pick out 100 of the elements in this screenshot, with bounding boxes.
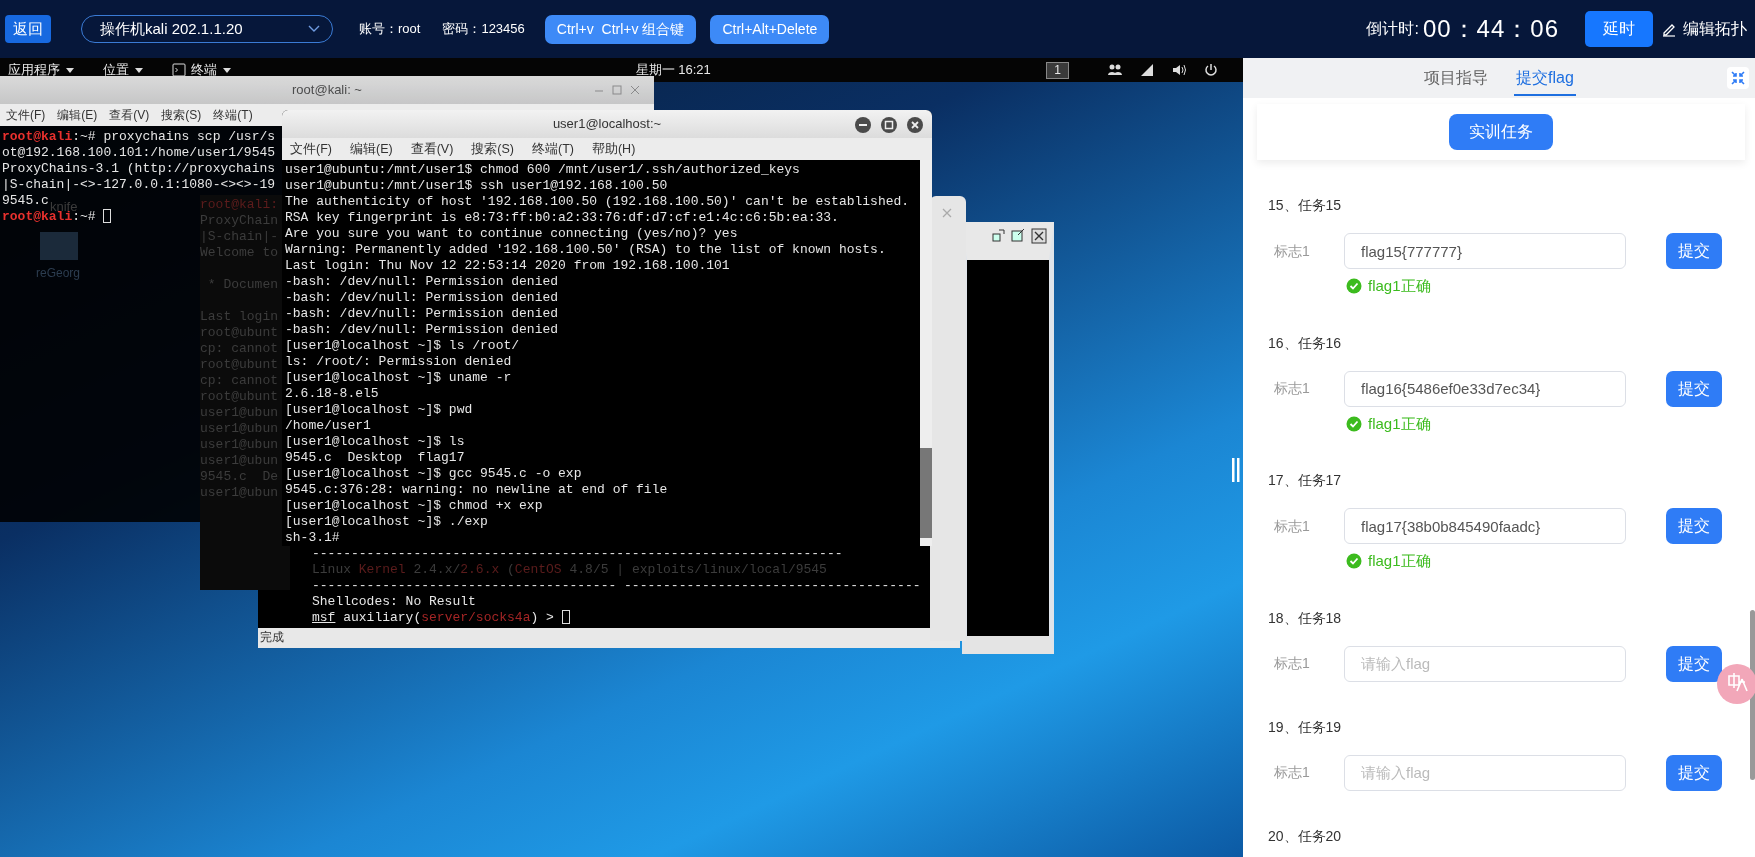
back-button[interactable]: 返回 bbox=[5, 14, 51, 44]
submit-button[interactable]: 提交 bbox=[1666, 508, 1722, 544]
flag-input[interactable]: flag16{5486ef0e33d7ec34} bbox=[1344, 370, 1626, 407]
flag-input[interactable]: 请输入flag bbox=[1344, 754, 1626, 791]
flag-label: 标志1 bbox=[1273, 763, 1311, 782]
caret-down-icon bbox=[222, 66, 232, 74]
terminal-line: The authenticity of host '192.168.100.50 (192.168.100.50)' can't be established. bbox=[285, 194, 910, 210]
panel-menu[interactable]: 应用程序 bbox=[8, 60, 75, 80]
volume-icon[interactable] bbox=[1171, 62, 1187, 78]
terminal-line: [user1@localhost ~]$ pwd bbox=[285, 402, 473, 418]
terminal-line: [user1@localhost ~]$ chmod +x exp bbox=[285, 498, 543, 514]
terminal-line: [user1@localhost ~]$ gcc 9545.c -o exp bbox=[285, 466, 582, 482]
window-title: user1@localhost:~ bbox=[552, 115, 662, 134]
menu-item[interactable]: 搜索(S) bbox=[471, 139, 514, 159]
terminal-line: -bash: /dev/null: Permission denied bbox=[285, 306, 559, 322]
check-circle-icon bbox=[1346, 278, 1362, 295]
flag-input[interactable]: flag17{38b0b845490faadc} bbox=[1344, 508, 1626, 544]
people-icon[interactable] bbox=[1107, 62, 1123, 78]
translate-icon[interactable] bbox=[1715, 662, 1755, 706]
panel-menu[interactable]: 位置 bbox=[103, 60, 144, 80]
terminal-line: Are you sure you want to continue connecting (yes/no)? yes bbox=[285, 226, 738, 242]
window-title: root@kali: ~ bbox=[292, 81, 362, 100]
close-icon[interactable] bbox=[1031, 228, 1047, 244]
submit-button[interactable]: 提交 bbox=[1666, 233, 1722, 269]
terminal-line: -bash: /dev/null: Permission denied bbox=[285, 274, 559, 290]
chevron-down-icon bbox=[308, 25, 320, 33]
tab[interactable]: 项目指导 bbox=[1422, 60, 1491, 96]
terminal-line: |S-chain|-<>-127.0.0.1:1080-<><>-19 bbox=[2, 177, 276, 193]
menu-item[interactable]: 终端(T) bbox=[532, 139, 574, 159]
result-message: flag1正确 bbox=[1368, 551, 1431, 571]
menu-item[interactable]: 帮助(H) bbox=[591, 139, 636, 159]
terminal-line: sh-3.1# bbox=[285, 530, 340, 546]
menu-item[interactable]: 文件(F) bbox=[290, 139, 332, 159]
terminal-line: Linux Kernel 2.4.x/2.6.x (CentOS 4.8/5 | exploits/linux/local/9545 bbox=[312, 562, 827, 578]
desktop-icon-label: reGeorg bbox=[36, 265, 81, 282]
status-text: 完成 bbox=[260, 630, 284, 644]
flag-label: 标志1 bbox=[1273, 379, 1311, 398]
terminal-line: 9545.c:376:28: warning: no newline at end of file bbox=[285, 482, 668, 498]
submit-button[interactable]: 提交 bbox=[1666, 370, 1722, 407]
flag-label: 标志1 bbox=[1273, 516, 1311, 536]
submit-button[interactable]: 提交 bbox=[1666, 754, 1722, 791]
terminal-line: ot@192.168.100.101:/home/user1/9545 bbox=[2, 145, 276, 161]
flag-input[interactable]: 请输入flag bbox=[1344, 645, 1626, 682]
terminal-line: Shellcodes: No Result bbox=[312, 594, 476, 610]
flag-input[interactable]: flag15{777777} bbox=[1344, 233, 1626, 269]
submit-button[interactable]: 提交 bbox=[1666, 645, 1722, 682]
terminal-line: [user1@localhost ~]$ ls bbox=[285, 434, 465, 450]
countdown-timer: 00：44：06 bbox=[1422, 14, 1559, 44]
maximize-icon[interactable] bbox=[880, 116, 898, 134]
account-label: 账号：root bbox=[359, 20, 421, 39]
terminal-line: [user1@localhost ~]$ uname -r bbox=[285, 370, 512, 386]
menu-item[interactable]: 查看(V) bbox=[109, 106, 150, 124]
task-title: 20、任务20 bbox=[1268, 826, 1343, 846]
terminal-line: [user1@localhost ~]$ ./exp bbox=[285, 514, 488, 530]
terminal-line: [user1@localhost ~]$ ls /root/ bbox=[285, 338, 520, 354]
terminal-line: -bash: /dev/null: Permission denied bbox=[285, 322, 559, 338]
menu-item[interactable]: 查看(V) bbox=[410, 139, 454, 159]
delay-button[interactable]: 延时 bbox=[1585, 11, 1653, 47]
terminal-line: 9545.c bbox=[2, 193, 49, 209]
terminal-line: Last login: Thu Nov 12 22:53:14 2020 from 192.168.100.101 bbox=[285, 258, 730, 274]
panel-menu[interactable]: 终端 bbox=[172, 60, 232, 80]
task-button[interactable]: 实训任务 bbox=[1449, 114, 1553, 150]
terminal-line: /home/user1 bbox=[285, 418, 371, 434]
terminal-line: RSA key fingerprint is e8:73:ff:b0:a2:33:76:df:d7:cf:e1:4c:c6:5b:ea:33. bbox=[285, 210, 839, 226]
minimize-icon[interactable] bbox=[854, 116, 872, 134]
task-title: 19、任务19 bbox=[1268, 717, 1343, 737]
restore-icon[interactable] bbox=[991, 228, 1005, 242]
splitter-handle[interactable] bbox=[1232, 458, 1240, 482]
flag-label: 标志1 bbox=[1273, 654, 1311, 673]
menu-item[interactable]: 编辑(E) bbox=[57, 106, 98, 124]
caret-down-icon bbox=[134, 66, 144, 74]
power-icon[interactable] bbox=[1203, 62, 1219, 78]
terminal-line: Warning: Permanently added '192.168.100.50' (RSA) to the list of known hosts. bbox=[285, 242, 886, 258]
task-title: 17、任务17 bbox=[1268, 471, 1343, 490]
terminal-line: --------------------------------------- -------------------------------------- bbox=[312, 578, 921, 594]
terminal-line: root@kali:~# proxychains scp /usr/s bbox=[2, 129, 276, 145]
task-title: 15、任务15 bbox=[1268, 196, 1343, 215]
menu-item[interactable]: 文件(F) bbox=[6, 106, 46, 124]
close-icon[interactable] bbox=[906, 116, 924, 134]
result-message: flag1正确 bbox=[1368, 276, 1431, 296]
workspace-indicator[interactable]: 1 bbox=[1046, 61, 1069, 79]
result-message: flag1正确 bbox=[1368, 413, 1431, 434]
password-label: 密码：123456 bbox=[442, 20, 525, 39]
caret-down-icon bbox=[65, 66, 75, 74]
terminal-line: 2.6.18-8.el5 bbox=[285, 386, 379, 402]
maximize-icon[interactable] bbox=[1011, 228, 1025, 242]
menu-item[interactable]: 终端(T) bbox=[213, 106, 253, 124]
terminal-line: msf auxiliary(server/socks4a) > bbox=[312, 610, 570, 626]
terminal-line: ProxyChains-3.1 (http://proxychains bbox=[2, 161, 276, 177]
countdown-label: 倒计时: bbox=[1366, 19, 1419, 39]
collapse-icon[interactable] bbox=[1730, 70, 1746, 86]
menu-item[interactable]: 搜索(S) bbox=[161, 106, 202, 124]
network-icon[interactable] bbox=[1139, 62, 1155, 78]
task-title: 18、任务18 bbox=[1268, 608, 1343, 628]
terminal-line: -------------------------------------------------------------------- bbox=[312, 546, 843, 562]
menu-item[interactable]: 编辑(E) bbox=[349, 139, 393, 159]
panel-clock: 星期一 16:21 bbox=[635, 62, 711, 78]
flag-label: 标志1 bbox=[1273, 241, 1311, 261]
tab[interactable]: 提交flag bbox=[1514, 60, 1576, 96]
edit-topology-link[interactable]: 编辑拓扑 bbox=[1661, 17, 1747, 41]
